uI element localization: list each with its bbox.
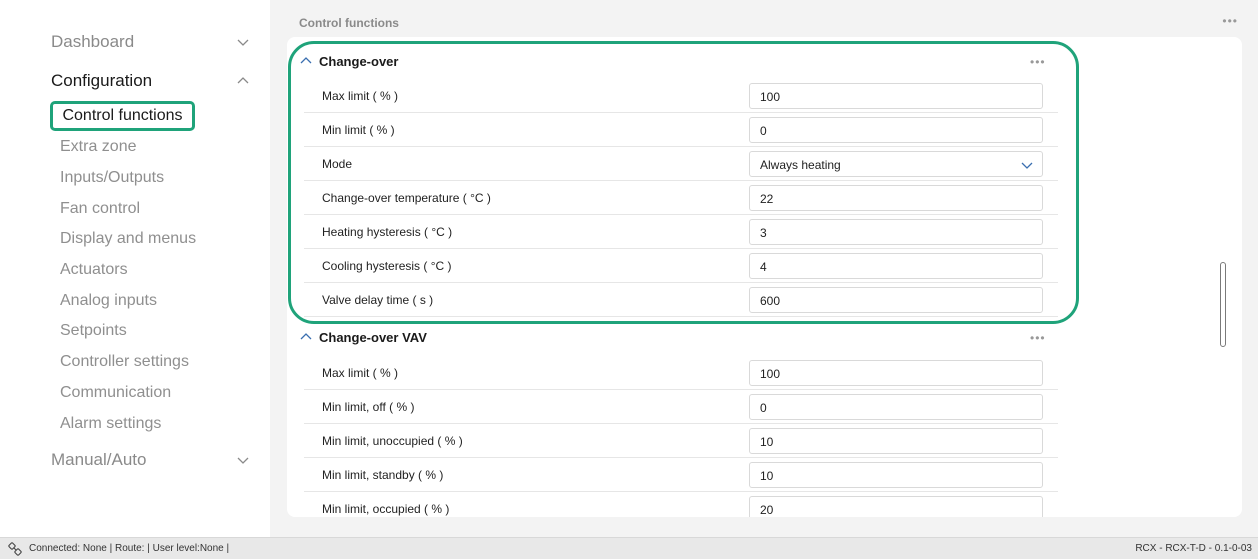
field-label: Max limit ( % ) [322, 366, 398, 380]
field-row-max-limit: Max limit ( % ) 100 [304, 79, 1058, 113]
field-row-vav-max-limit: Max limit ( % ) 100 [304, 356, 1058, 390]
sidebar-item-alarm-settings[interactable]: Alarm settings [60, 415, 161, 433]
sidebar-item-label: Control functions [62, 107, 183, 124]
sidebar-item-analog-inputs[interactable]: Analog inputs [60, 292, 157, 310]
page-title: Control functions [299, 16, 399, 30]
field-row-change-over-temperature: Change-over temperature ( °C ) 22 [304, 181, 1058, 215]
field-label: Heating hysteresis ( °C ) [322, 225, 453, 239]
sidebar-item-display-and-menus[interactable]: Display and menus [60, 230, 196, 248]
sidebar-item-communication[interactable]: Communication [60, 384, 171, 402]
more-options-button[interactable]: ••• [1222, 14, 1238, 28]
main-content: Control functions ••• Change-over ••• Ma… [270, 0, 1258, 537]
max-limit-input[interactable]: 100 [749, 83, 1043, 109]
app-window: Dashboard Configuration Control function… [0, 0, 1258, 559]
field-label: Change-over temperature ( °C ) [322, 191, 491, 205]
nav-group-label: Configuration [51, 71, 153, 90]
status-bar: Connected: None | Route: | User level:No… [0, 537, 1258, 559]
sidebar-item-control-functions[interactable]: Control functions [50, 101, 195, 131]
field-row-mode: Mode Always heating [304, 147, 1058, 181]
connection-icon [8, 542, 22, 556]
sidebar-item-controller-settings[interactable]: Controller settings [60, 353, 189, 371]
change-over-temperature-input[interactable]: 22 [749, 185, 1043, 211]
sidebar-item-fan-control[interactable]: Fan control [60, 200, 140, 218]
mode-select-value: Always heating [760, 158, 841, 172]
chevron-down-icon [237, 39, 249, 46]
min-limit-unoccupied-input[interactable]: 10 [749, 428, 1043, 454]
chevron-up-icon [237, 77, 249, 84]
field-row-valve-delay-time: Valve delay time ( s ) 600 [304, 283, 1058, 317]
nav-group-dashboard[interactable]: Dashboard [51, 30, 251, 54]
field-label: Valve delay time ( s ) [322, 293, 434, 307]
section-title: Change-over [319, 53, 399, 69]
nav-group-manual-auto[interactable]: Manual/Auto [51, 448, 251, 472]
vav-max-limit-input[interactable]: 100 [749, 360, 1043, 386]
min-limit-input[interactable]: 0 [749, 117, 1043, 143]
cooling-hysteresis-input[interactable]: 4 [749, 253, 1043, 279]
field-row-min-limit: Min limit ( % ) 0 [304, 113, 1058, 147]
field-label: Min limit ( % ) [322, 123, 395, 137]
min-limit-off-input[interactable]: 0 [749, 394, 1043, 420]
mode-select[interactable]: Always heating [749, 151, 1043, 177]
nav-group-configuration[interactable]: Configuration [51, 69, 251, 93]
field-label: Mode [322, 157, 353, 171]
field-row-heating-hysteresis: Heating hysteresis ( °C ) 3 [304, 215, 1058, 249]
field-row-min-limit-off: Min limit, off ( % ) 0 [304, 390, 1058, 424]
chevron-down-icon [237, 457, 249, 464]
version-label: RCX - RCX-T-D - 0.1-0-03 [1135, 543, 1252, 554]
nav-group-label: Manual/Auto [51, 450, 147, 469]
section-title: Change-over VAV [319, 329, 427, 345]
chevron-down-icon [1021, 162, 1033, 169]
field-label: Max limit ( % ) [322, 89, 398, 103]
field-label: Min limit, standby ( % ) [322, 468, 444, 482]
nav-group-label: Dashboard [51, 32, 135, 51]
min-limit-occupied-input[interactable]: 20 [749, 496, 1043, 517]
heating-hysteresis-input[interactable]: 3 [749, 219, 1043, 245]
min-limit-standby-input[interactable]: 10 [749, 462, 1043, 488]
section-more-button[interactable]: ••• [1030, 331, 1046, 345]
sidebar-item-setpoints[interactable]: Setpoints [60, 322, 127, 340]
field-label: Min limit, unoccupied ( % ) [322, 434, 463, 448]
section-more-button[interactable]: ••• [1030, 55, 1046, 69]
scrollbar-thumb[interactable] [1220, 262, 1226, 347]
field-row-cooling-hysteresis: Cooling hysteresis ( °C ) 4 [304, 249, 1058, 283]
status-text: Connected: None | Route: | User level:No… [29, 543, 230, 554]
field-row-min-limit-standby: Min limit, standby ( % ) 10 [304, 458, 1058, 492]
settings-panel: Change-over ••• Max limit ( % ) 100 Min … [287, 37, 1242, 517]
field-label: Min limit, off ( % ) [322, 400, 415, 414]
field-row-min-limit-occupied: Min limit, occupied ( % ) 20 [304, 492, 1058, 517]
field-row-min-limit-unoccupied: Min limit, unoccupied ( % ) 10 [304, 424, 1058, 458]
section-header-change-over[interactable]: Change-over [299, 51, 1059, 71]
section-header-change-over-vav[interactable]: Change-over VAV [299, 327, 1059, 347]
sidebar-item-inputs-outputs[interactable]: Inputs/Outputs [60, 169, 164, 187]
field-label: Cooling hysteresis ( °C ) [322, 259, 452, 273]
sidebar-item-actuators[interactable]: Actuators [60, 261, 128, 279]
sidebar: Dashboard Configuration Control function… [0, 0, 270, 537]
valve-delay-time-input[interactable]: 600 [749, 287, 1043, 313]
chevron-up-icon [300, 57, 312, 64]
field-label: Min limit, occupied ( % ) [322, 502, 450, 516]
chevron-up-icon [300, 333, 312, 340]
sidebar-item-extra-zone[interactable]: Extra zone [60, 138, 136, 156]
